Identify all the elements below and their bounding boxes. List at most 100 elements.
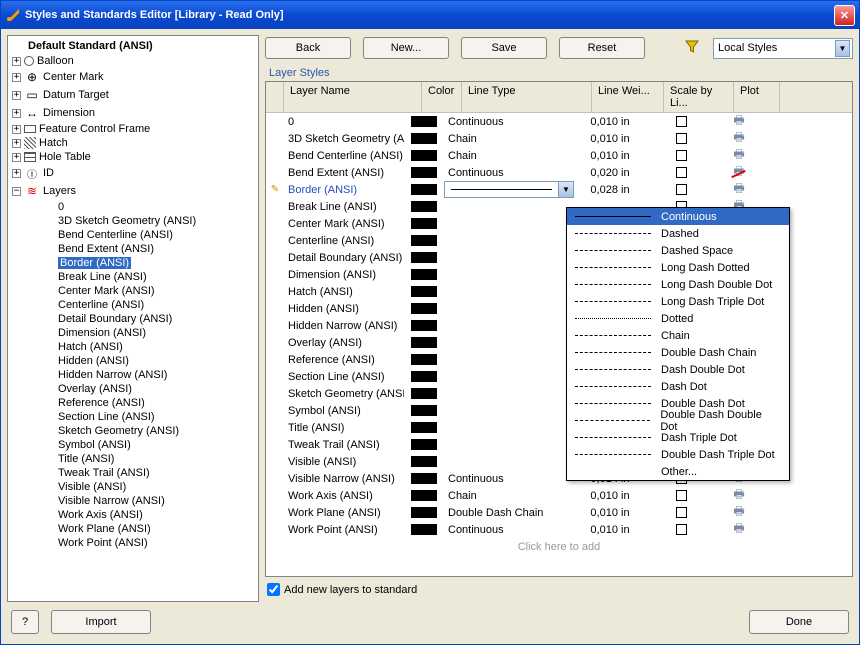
tree-layer-item[interactable]: Hidden Narrow (ANSI) [8, 368, 258, 382]
tree-layer-item[interactable]: Visible (ANSI) [8, 480, 258, 494]
cell-name[interactable]: Bend Centerline (ANSI) [284, 150, 404, 162]
add-layers-checkbox[interactable] [267, 583, 280, 596]
table-row[interactable]: Work Axis (ANSI) Chain 0,010 in 🖶 [266, 487, 852, 504]
cell-color[interactable] [404, 235, 444, 246]
tree-layer-item[interactable]: Overlay (ANSI) [8, 382, 258, 396]
cell-color[interactable] [404, 405, 444, 416]
tree-item[interactable]: Dimension [8, 104, 258, 122]
tree-layer-item[interactable]: Symbol (ANSI) [8, 438, 258, 452]
tree-item[interactable]: ID [8, 164, 258, 182]
cell-color[interactable] [404, 184, 444, 195]
reset-button[interactable]: Reset [559, 37, 645, 59]
cell-lineweight[interactable]: 0,028 in [574, 184, 646, 196]
cell-name[interactable]: Work Point (ANSI) [284, 524, 404, 536]
dropdown-item[interactable]: Double Dash Chain [567, 344, 789, 361]
col-color[interactable]: Color [422, 82, 462, 112]
style-filter-combo[interactable]: Local Styles ▼ [713, 38, 853, 59]
help-button[interactable]: ? [11, 610, 39, 634]
cell-color[interactable] [404, 388, 444, 399]
cell-name[interactable]: Hidden Narrow (ANSI) [284, 320, 404, 332]
cell-linetype[interactable]: Continuous [444, 116, 574, 128]
titlebar[interactable]: Styles and Standards Editor [Library - R… [1, 1, 859, 29]
cell-name[interactable]: Title (ANSI) [284, 422, 404, 434]
cell-linetype[interactable]: Continuous [444, 167, 574, 179]
tree-layer-item[interactable]: Centerline (ANSI) [8, 298, 258, 312]
cell-name[interactable]: 0 [284, 116, 404, 128]
cell-color[interactable] [404, 167, 444, 178]
cell-lineweight[interactable]: 0,010 in [574, 524, 646, 536]
cell-name[interactable]: Work Plane (ANSI) [284, 507, 404, 519]
tree-layer-item[interactable]: Bend Centerline (ANSI) [8, 228, 258, 242]
cell-color[interactable] [404, 456, 444, 467]
cell-name[interactable]: Symbol (ANSI) [284, 405, 404, 417]
cell-color[interactable] [404, 422, 444, 433]
col-name[interactable]: Layer Name [284, 82, 422, 112]
save-button[interactable]: Save [461, 37, 547, 59]
expand-icon[interactable] [12, 91, 21, 100]
tree-layer-item[interactable]: Center Mark (ANSI) [8, 284, 258, 298]
layer-grid[interactable]: Layer Name Color Line Type Line Wei... S… [265, 81, 853, 577]
expand-icon[interactable] [12, 73, 21, 82]
tree-layer-item[interactable]: Dimension (ANSI) [8, 326, 258, 340]
tree-layer-item[interactable]: Hatch (ANSI) [8, 340, 258, 354]
cell-color[interactable] [404, 201, 444, 212]
cell-color[interactable] [404, 133, 444, 144]
tree-layer-item[interactable]: Work Point (ANSI) [8, 536, 258, 550]
cell-lineweight[interactable]: 0,010 in [574, 150, 646, 162]
tree-layer-item[interactable]: Bend Extent (ANSI) [8, 242, 258, 256]
dropdown-item[interactable]: Double Dash Double Dot [567, 412, 789, 429]
cell-color[interactable] [404, 320, 444, 331]
expand-icon[interactable] [12, 169, 21, 178]
expand-icon[interactable] [12, 109, 21, 118]
cell-linetype[interactable]: Chain [444, 490, 574, 502]
dropdown-item[interactable]: Dash Dot [567, 378, 789, 395]
cell-name[interactable]: Sketch Geometry (ANSI) [284, 388, 404, 400]
tree-item[interactable]: Hatch [8, 136, 258, 150]
table-row[interactable]: Border (ANSI) ▼ 0,028 in 🖶 [266, 181, 852, 198]
tree-root[interactable]: Default Standard (ANSI) [8, 38, 258, 54]
cell-scale[interactable] [646, 490, 716, 501]
cell-lineweight[interactable]: 0,010 in [574, 133, 646, 145]
linetype-dropdown[interactable]: ContinuousDashedDashed SpaceLong Dash Do… [566, 207, 790, 481]
cell-lineweight[interactable]: 0,010 in [574, 490, 646, 502]
expand-icon[interactable] [12, 139, 21, 148]
add-row[interactable]: Click here to add [266, 538, 852, 556]
tree-layer-item[interactable]: Tweak Trail (ANSI) [8, 466, 258, 480]
col-plot[interactable]: Plot [734, 82, 780, 112]
col-linetype[interactable]: Line Type [462, 82, 592, 112]
filter-icon[interactable] [685, 40, 701, 57]
cell-name[interactable]: Section Line (ANSI) [284, 371, 404, 383]
tree-layer-item[interactable]: Reference (ANSI) [8, 396, 258, 410]
expand-icon[interactable] [12, 57, 21, 66]
tree-item[interactable]: Datum Target [8, 86, 258, 104]
style-tree[interactable]: Default Standard (ANSI) BalloonCenter Ma… [7, 35, 259, 602]
expand-icon[interactable] [12, 125, 21, 134]
close-button[interactable]: ✕ [834, 5, 855, 26]
cell-linetype[interactable]: Continuous [444, 473, 574, 485]
dropdown-item[interactable]: Long Dash Triple Dot [567, 293, 789, 310]
dropdown-item[interactable]: Dashed [567, 225, 789, 242]
import-button[interactable]: Import [51, 610, 151, 634]
cell-name[interactable]: 3D Sketch Geometry (AI [284, 133, 404, 145]
col-lineweight[interactable]: Line Wei... [592, 82, 664, 112]
chevron-down-icon[interactable]: ▼ [558, 182, 573, 197]
cell-name[interactable]: Tweak Trail (ANSI) [284, 439, 404, 451]
tree-layer-item[interactable]: Work Plane (ANSI) [8, 522, 258, 536]
cell-color[interactable] [404, 354, 444, 365]
tree-item-layers[interactable]: Layers [8, 182, 258, 200]
cell-name[interactable]: Centerline (ANSI) [284, 235, 404, 247]
cell-color[interactable] [404, 337, 444, 348]
dropdown-item[interactable]: Double Dash Triple Dot [567, 446, 789, 463]
cell-scale[interactable] [646, 184, 716, 195]
tree-layer-item[interactable]: Section Line (ANSI) [8, 410, 258, 424]
table-row[interactable]: Bend Extent (ANSI) Continuous 0,020 in 🖶 [266, 164, 852, 181]
table-row[interactable]: Work Point (ANSI) Continuous 0,010 in 🖶 [266, 521, 852, 538]
cell-color[interactable] [404, 269, 444, 280]
cell-plot[interactable]: 🖶 [716, 519, 762, 540]
tree-layer-item[interactable]: Sketch Geometry (ANSI) [8, 424, 258, 438]
tree-item[interactable]: Center Mark [8, 68, 258, 86]
tree-item[interactable]: Feature Control Frame [8, 122, 258, 136]
cell-linetype[interactable]: Continuous [444, 524, 574, 536]
cell-linetype[interactable]: Chain [444, 133, 574, 145]
tree-item[interactable]: Hole Table [8, 150, 258, 164]
